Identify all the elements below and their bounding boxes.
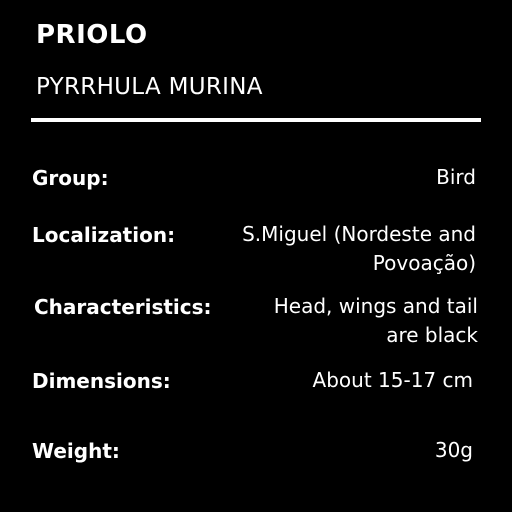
group-value-line-1: Bird	[436, 165, 476, 189]
localization-label: Localization:	[32, 223, 176, 247]
characteristics-value: Head, wings and tail are black	[274, 292, 478, 350]
localization-value: S.Miguel (Nordeste and Povoação)	[242, 220, 476, 278]
species-scientific-name: PYRRHULA MURINA	[36, 74, 263, 100]
dimensions-label: Dimensions:	[32, 369, 171, 393]
title-divider	[31, 118, 481, 122]
species-common-name: PRIOLO	[36, 20, 148, 50]
characteristics-value-line-2: are black	[386, 323, 478, 347]
group-label: Group:	[32, 166, 109, 190]
characteristics-value-line-1: Head, wings and tail	[273, 294, 478, 318]
localization-value-line-1: S.Miguel (Nordeste and	[242, 222, 476, 246]
characteristics-label: Characteristics:	[34, 295, 212, 319]
dimensions-value-line-1: About 15-17 cm	[312, 368, 473, 392]
group-value: Bird	[436, 163, 476, 192]
weight-value-line-1: 30g	[434, 438, 473, 462]
localization-value-line-2: Povoação)	[372, 251, 476, 275]
dimensions-value: About 15-17 cm	[313, 366, 473, 395]
weight-value: 30g	[435, 436, 473, 465]
weight-label: Weight:	[32, 439, 120, 463]
